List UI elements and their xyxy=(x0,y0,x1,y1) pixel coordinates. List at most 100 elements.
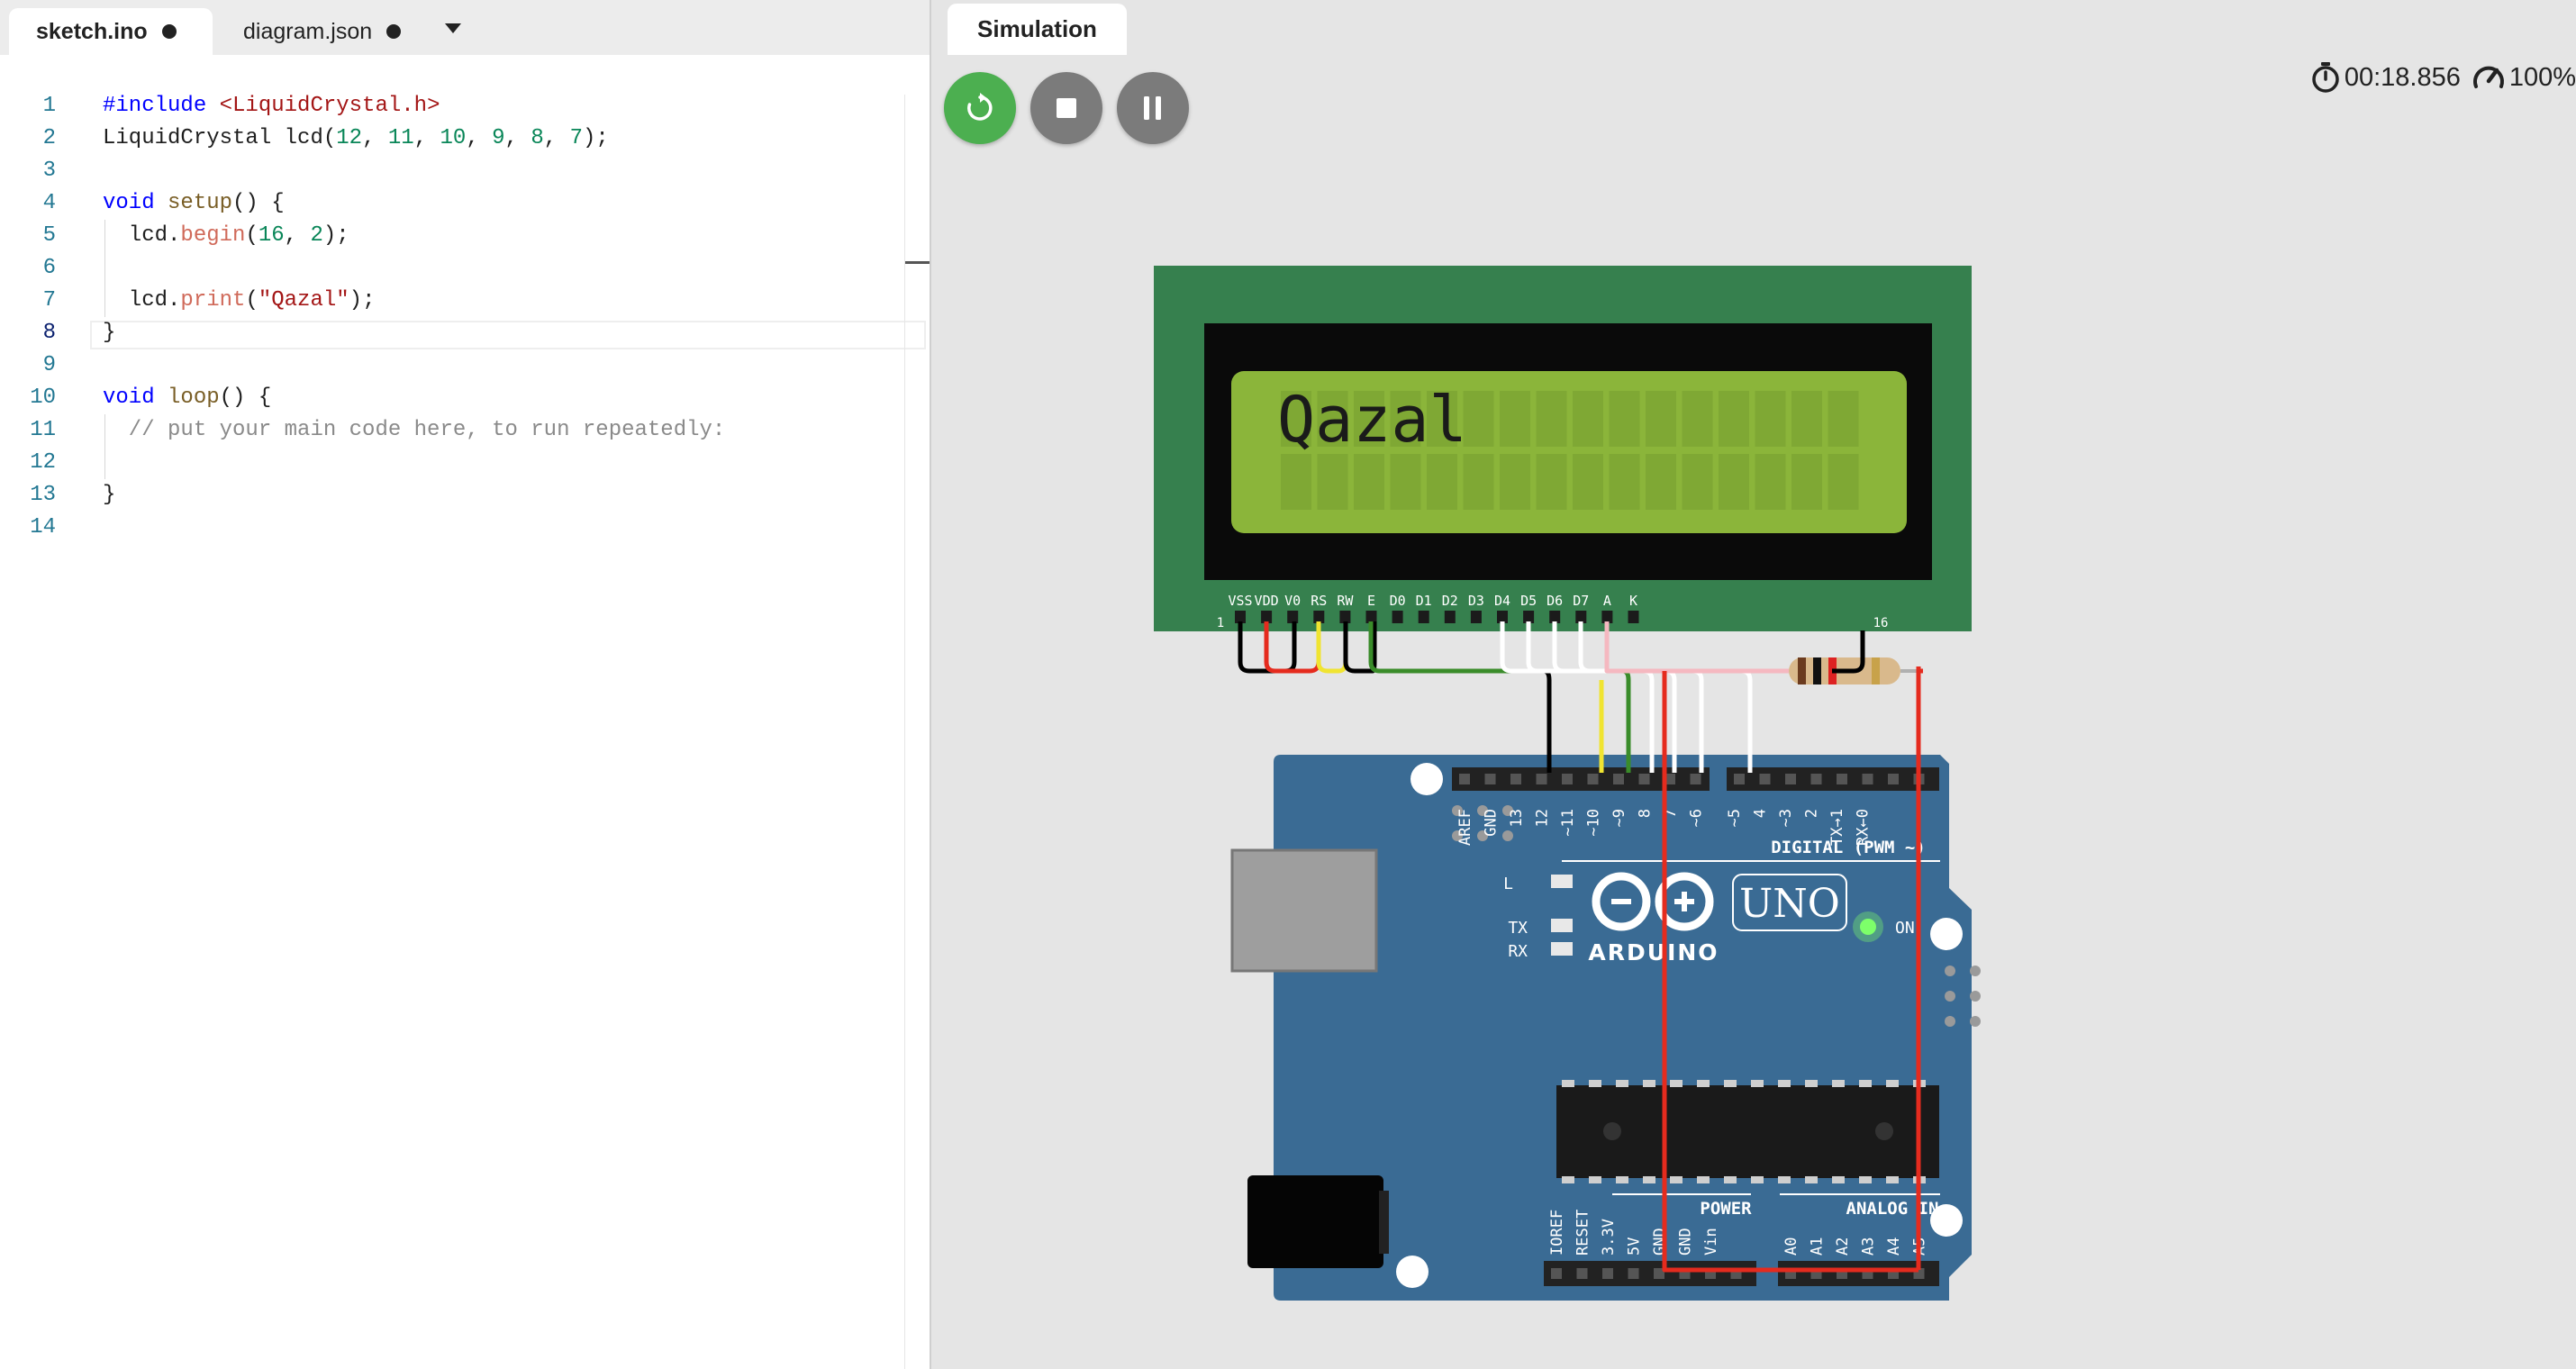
code-editor-pane: sketch.ino diagram.json 1 #include <Liqui… xyxy=(0,0,930,1369)
header-hole[interactable] xyxy=(1759,774,1771,784)
chip-pin xyxy=(1778,1080,1791,1087)
lcd-character-cell xyxy=(1500,454,1530,510)
code-token: 2 xyxy=(310,223,323,248)
lcd-pin[interactable] xyxy=(1235,611,1246,623)
chip-pin xyxy=(1589,1176,1601,1183)
header-hole[interactable] xyxy=(1785,774,1796,784)
lcd-pin[interactable] xyxy=(1601,611,1613,623)
code-line[interactable]: 4 void setup() { xyxy=(0,187,905,220)
header-hole[interactable] xyxy=(1628,1268,1639,1279)
mounting-hole xyxy=(1930,918,1963,950)
header-hole[interactable] xyxy=(1459,774,1470,784)
line-number: 7 xyxy=(42,288,56,313)
lcd-pin-label: D7 xyxy=(1573,593,1589,609)
chip-pin xyxy=(1616,1080,1628,1087)
chip-pin xyxy=(1724,1176,1737,1183)
code-line[interactable]: 9 xyxy=(0,349,905,382)
digital-pin-label: AREF xyxy=(1456,809,1474,846)
led-label-rx: RX xyxy=(1508,942,1528,961)
header-hole[interactable] xyxy=(1888,774,1899,784)
code-line[interactable]: 14 xyxy=(0,512,905,544)
code-line[interactable]: 10 void loop() { xyxy=(0,382,905,414)
header-hole[interactable] xyxy=(1562,774,1573,784)
icsp-pin xyxy=(1945,1016,1955,1027)
code-token: () { xyxy=(232,191,285,215)
lcd-pin[interactable] xyxy=(1470,611,1482,623)
lcd-character-cell xyxy=(1573,454,1603,510)
header-hole[interactable] xyxy=(1638,774,1650,784)
code-token: "Qazal" xyxy=(258,288,349,313)
circuit-canvas[interactable]: Qazal VSS VDD V0 RS RW E D0 D1 D2 D3 D4 D5 D6 D7 A K 1 16 xyxy=(931,0,2576,1369)
chip-pin xyxy=(1643,1176,1655,1183)
caret-down-icon[interactable] xyxy=(445,23,461,33)
lcd-character-cell xyxy=(1281,454,1311,510)
digital-header-right xyxy=(1727,767,1939,791)
lcd-pin[interactable] xyxy=(1392,611,1403,623)
lcd-pin[interactable] xyxy=(1313,611,1325,623)
lcd-pin[interactable] xyxy=(1261,611,1273,623)
code-token: 11 xyxy=(387,126,414,150)
lcd-pin[interactable] xyxy=(1497,611,1508,623)
lcd-pin[interactable] xyxy=(1287,611,1299,623)
arduino-uno-board[interactable]: AREF GND 13 12 ~11 ~10 ~9 8 7 ~6 ~5 4 ~3 2 TX→1 RX←0 DI… xyxy=(1230,755,1981,1301)
code-token: } xyxy=(103,321,116,345)
lcd-pin-label: RW xyxy=(1337,593,1354,609)
lcd-pin[interactable] xyxy=(1418,611,1429,623)
mounting-hole xyxy=(1396,1256,1429,1288)
power-pin-label: RESET xyxy=(1574,1210,1592,1256)
code-line[interactable]: 11 // put your main code here, to run re… xyxy=(0,414,905,447)
code-token: lcd. xyxy=(103,223,181,248)
lcd-character-cell xyxy=(1682,454,1713,510)
power-header xyxy=(1544,1261,1756,1286)
code-line[interactable]: 5 lcd.begin(16, 2); xyxy=(0,220,905,252)
code-area[interactable]: 1 #include <LiquidCrystal.h> 2 LiquidCrysta… xyxy=(0,90,905,544)
digital-pin-label: ~5 xyxy=(1726,809,1744,827)
header-hole[interactable] xyxy=(1484,774,1496,784)
lcd-character-cell xyxy=(1755,454,1786,510)
code-line[interactable]: 3 xyxy=(0,155,905,187)
header-hole[interactable] xyxy=(1587,774,1599,784)
code-line[interactable]: 7 lcd.print("Qazal"); xyxy=(0,285,905,317)
header-hole[interactable] xyxy=(1576,1268,1588,1279)
code-line[interactable]: 1 #include <LiquidCrystal.h> xyxy=(0,90,905,122)
lcd-pin-label: D1 xyxy=(1416,593,1432,609)
digital-pin-label: ~3 xyxy=(1777,809,1795,827)
header-hole[interactable] xyxy=(1862,774,1873,784)
lcd-pin[interactable] xyxy=(1523,611,1535,623)
lcd1602-module[interactable]: Qazal VSS VDD V0 RS RW E D0 D1 D2 D3 D4 D5 D6 D7 A K 1 16 xyxy=(1154,266,1972,631)
line-number: 1 xyxy=(42,94,56,118)
code-text: // put your main code here, to run repea… xyxy=(103,414,726,447)
lcd-pin[interactable] xyxy=(1365,611,1377,623)
power-pin-label: IOREF xyxy=(1548,1210,1566,1256)
code-line[interactable]: 2 LiquidCrystal lcd(12, 11, 10, 9, 8, 7); xyxy=(0,122,905,155)
header-hole[interactable] xyxy=(1551,1268,1562,1279)
header-hole[interactable] xyxy=(1602,1268,1613,1279)
editor-scrollbar-thumb[interactable] xyxy=(905,261,930,264)
code-token: , xyxy=(543,126,570,150)
header-hole[interactable] xyxy=(1810,774,1822,784)
header-hole[interactable] xyxy=(1613,774,1624,784)
lcd-pin[interactable] xyxy=(1339,611,1351,623)
power-led-glow xyxy=(1853,911,1883,942)
tab-diagram-json[interactable]: diagram.json xyxy=(222,8,429,55)
code-line[interactable]: 13} xyxy=(0,479,905,512)
code-line[interactable]: 6 xyxy=(0,252,905,285)
tab-sketch-ino[interactable]: sketch.ino xyxy=(9,8,213,55)
header-hole[interactable] xyxy=(1734,774,1745,784)
header-hole[interactable] xyxy=(1536,774,1547,784)
code-token: , xyxy=(284,223,311,248)
lcd-character-cell xyxy=(1755,391,1786,447)
header-hole[interactable] xyxy=(1837,774,1847,784)
code-text: #include <LiquidCrystal.h> xyxy=(103,90,440,122)
header-hole[interactable] xyxy=(1690,774,1701,784)
lcd-pin[interactable] xyxy=(1549,611,1561,623)
lcd-pin[interactable] xyxy=(1444,611,1456,623)
code-token: , xyxy=(362,126,388,150)
lcd-pin[interactable] xyxy=(1575,611,1587,623)
line-number: 12 xyxy=(30,450,56,475)
header-hole[interactable] xyxy=(1510,774,1521,784)
code-line[interactable]: 8} xyxy=(0,317,905,349)
lcd-character-cell xyxy=(1609,454,1640,510)
code-line[interactable]: 12 xyxy=(0,447,905,479)
lcd-pin[interactable] xyxy=(1628,611,1639,623)
